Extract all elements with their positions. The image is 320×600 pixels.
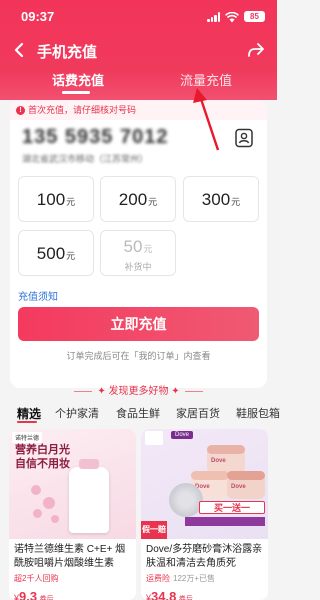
category-indicator [17, 421, 37, 423]
category-tab-food[interactable]: 食品生鲜 [116, 405, 160, 421]
recharge-notes-link[interactable]: 充值须知 [18, 288, 58, 303]
unilever-logo-icon [145, 431, 163, 445]
product-image: 诺特兰德 营养白月光 自信不用妆 [9, 429, 136, 539]
amount-option-100[interactable]: 100元 [18, 176, 94, 222]
product-price: ¥9.3 券后 [14, 589, 54, 600]
recharge-card: ! 首次充值，请仔细核对号码 135 5935 7012 湖北省武汉市移动（江苏常… [10, 100, 267, 388]
back-icon[interactable] [12, 42, 26, 58]
share-icon[interactable] [247, 42, 265, 58]
product-tag: 超2千人回购 [14, 574, 59, 583]
category-tab-home[interactable]: 家居百货 [176, 405, 220, 421]
product-title: Dove/多芬磨砂膏沐浴露亲肤温和清洁去角质死 [146, 544, 263, 569]
promo-text: 买一送一 [199, 501, 265, 514]
notice-bar: ! 首次充值，请仔细核对号码 [10, 100, 267, 120]
tab-data-plan[interactable]: 流量充值 [180, 70, 232, 89]
brand-badge: 诺特兰德 [12, 432, 43, 443]
tab-phone-bill[interactable]: 话费充值 [52, 70, 104, 89]
notice-text: 首次充值，请仔细核对号码 [28, 105, 137, 115]
amount-option-300[interactable]: 300元 [183, 176, 259, 222]
category-tabs: 精选 个护家清 食品生鲜 家居百货 鞋服包箱 [0, 405, 280, 425]
jar-image: Dove [227, 471, 265, 499]
promo-band [185, 517, 265, 526]
bath-sponge-image [169, 483, 203, 517]
phone-number-field[interactable]: 135 5935 7012 [22, 126, 168, 149]
amount-option-200[interactable]: 200元 [100, 176, 176, 222]
bubbles-decoration [29, 481, 65, 529]
battery-icon: 85 [244, 11, 265, 22]
restocking-label: 补货中 [124, 262, 152, 272]
guarantee-badge: 假一赔十 [141, 521, 167, 552]
contacts-icon[interactable] [234, 128, 254, 148]
wifi-icon [225, 11, 239, 23]
order-tip: 订单完成后可在「我的订单」内查看 [66, 351, 211, 361]
signal-icon [207, 12, 221, 22]
brand-badge: Dove [171, 431, 194, 439]
amount-option-500[interactable]: 500元 [18, 230, 94, 276]
info-icon: ! [16, 106, 25, 116]
page-title: 手机充值 [37, 44, 98, 61]
product-card[interactable]: 诺特兰德 营养白月光 自信不用妆 诺特兰德维生素 C+E+ 烟酰胺咀嚼片烟酸维生… [9, 429, 136, 600]
bottle-image [69, 459, 109, 533]
discover-more-heading: ✦ 发现更多好物 ✦ [0, 382, 277, 397]
product-price: ¥34.8 券后 [146, 589, 193, 600]
amount-option-50-restocking: 50元 补货中 [100, 230, 176, 276]
carrier-info: 湖北省武汉市移动（江苏常州） [22, 154, 149, 164]
category-tab-apparel[interactable]: 鞋服包箱 [236, 405, 280, 421]
recharge-now-button[interactable]: 立即充值 [18, 307, 259, 341]
status-time: 09:37 [21, 9, 55, 24]
jar-image: Dove [207, 445, 245, 473]
active-tab-indicator [62, 91, 90, 94]
promo-text: 营养白月光 自信不用妆 [15, 444, 70, 470]
product-tag: 运费险 122万+已售 [146, 574, 216, 583]
product-title: 诺特兰德维生素 C+E+ 烟酰胺咀嚼片烟酸维生素 [14, 544, 126, 569]
category-tab-featured[interactable]: 精选 [17, 405, 41, 422]
product-image: Dove Dove Dove Dove 买一送一 假一赔十 [141, 429, 268, 552]
navigation-bar: 手机充值 [0, 40, 277, 61]
status-bar: 09:37 85 [0, 9, 277, 25]
product-card[interactable]: Dove Dove Dove Dove 买一送一 假一赔十 Dove/多芬磨砂膏… [141, 429, 268, 600]
category-tab-personal-care[interactable]: 个护家清 [55, 405, 99, 421]
